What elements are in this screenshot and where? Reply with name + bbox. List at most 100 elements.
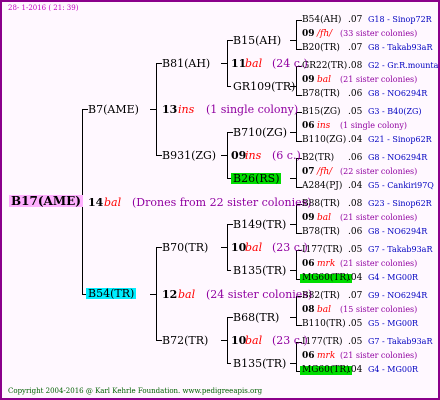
g4-mark: ins — [317, 121, 331, 131]
g4-breeder[interactable]: G21 - Sinop62R — [368, 136, 432, 144]
g4-breeder[interactable]: G5 - MG00R — [368, 320, 418, 328]
g4-queen[interactable]: MG60(TR) — [300, 366, 352, 375]
g4-breeder[interactable]: G8 - NO6294R — [368, 228, 427, 236]
g4-breeder[interactable]: G8 - Takab93aR — [368, 44, 432, 52]
connector-line — [150, 294, 156, 295]
connector-line — [296, 20, 297, 49]
g4-num: 06 — [302, 259, 315, 269]
g4-breeder[interactable]: G8 - NO6294R — [368, 154, 427, 162]
g4-breeder[interactable]: G3 - B40(ZG) — [368, 108, 422, 116]
g4-year: .06 — [348, 227, 363, 237]
g2-mark: bal — [245, 334, 263, 347]
g1-queen[interactable]: B7(AME) — [88, 104, 139, 115]
g4-breeder[interactable]: G8 - NO6294R — [368, 90, 427, 98]
g4-year: .04 — [348, 135, 363, 145]
g1-num: 12 — [162, 288, 178, 301]
g1-mark: bal — [178, 288, 196, 301]
g4-queen[interactable]: B110(TR) — [302, 320, 346, 329]
g4-year: .04 — [348, 181, 363, 191]
g2-note: (6 c.) — [272, 149, 301, 162]
g4-queen[interactable]: B15(ZG) — [302, 108, 341, 117]
connector-line — [227, 363, 231, 364]
g4-breeder[interactable]: G5 - Cankiri97Q — [368, 182, 434, 190]
connector-line — [221, 155, 227, 156]
g4-queen[interactable]: I177(TR) — [302, 338, 343, 347]
g4-year: .05 — [348, 245, 363, 255]
g1-note: (24 sister colonies) — [206, 288, 313, 301]
connector-line — [296, 112, 297, 141]
g2-queen[interactable]: B81(AH) — [162, 58, 210, 69]
g4-year: .08 — [348, 199, 363, 209]
g4-year: .05 — [348, 337, 363, 347]
g4-breeder[interactable]: G9 - NO6294R — [368, 292, 427, 300]
connector-line — [290, 224, 296, 225]
g4-mark: /fh/ — [317, 167, 333, 177]
g4-year: .07 — [348, 15, 363, 25]
g4-num: 09 — [302, 213, 315, 223]
connector-line — [221, 340, 227, 341]
connector-line — [290, 178, 296, 179]
g4-queen[interactable]: B20(TR) — [302, 44, 340, 53]
connector-line — [156, 63, 157, 155]
connector-line — [227, 132, 228, 178]
g1-num: 13 — [162, 103, 178, 116]
g4-note: (15 sister colonies) — [340, 305, 418, 314]
g4-queen[interactable]: B78(TR) — [302, 228, 340, 237]
g4-mark: bal — [317, 305, 332, 315]
g4-num: 09 — [302, 29, 315, 39]
g4-queen[interactable]: B82(TR) — [302, 292, 340, 301]
g3-queen[interactable]: B135(TR) — [233, 265, 286, 276]
g4-note: (1 single colony) — [340, 121, 407, 130]
g4-queen[interactable]: I177(TR) — [302, 246, 343, 255]
g4-queen[interactable]: GR22(TR) — [302, 62, 347, 71]
g4-mark: mrk — [317, 259, 336, 269]
connector-line — [221, 247, 227, 248]
g4-queen[interactable]: B78(TR) — [302, 90, 340, 99]
g4-breeder[interactable]: G2 - Gr.R.mounta — [368, 62, 438, 70]
connector-line — [150, 109, 156, 110]
g4-queen[interactable]: B110(ZG) — [302, 136, 346, 145]
g4-year: .06 — [348, 153, 363, 163]
g1-note: (1 single colony) — [206, 103, 299, 116]
g4-breeder[interactable]: G4 - MG00R — [368, 274, 418, 282]
g4-year: .04 — [348, 365, 363, 375]
g4-year: .07 — [348, 43, 363, 53]
g4-queen[interactable]: B54(AH) — [302, 16, 341, 25]
pedigree-chart: 28- 1-2016 ( 21: 39) B17(AME) 14 bal (Dr… — [0, 0, 440, 400]
g3-queen[interactable]: B68(TR) — [233, 312, 279, 323]
g4-breeder[interactable]: G4 - MG00R — [368, 366, 418, 374]
g3-queen[interactable]: B710(ZG) — [233, 127, 287, 138]
connector-line — [290, 363, 296, 364]
g2-queen[interactable]: B72(TR) — [162, 335, 208, 346]
g3-queen[interactable]: B15(AH) — [233, 35, 281, 46]
g4-note: (33 sister colonies) — [340, 29, 418, 38]
g4-note: (21 sister colonies) — [340, 213, 418, 222]
footer-copyright: Copyright 2004-2016 @ Karl Kehrle Founda… — [8, 387, 263, 395]
g2-queen[interactable]: B70(TR) — [162, 242, 208, 253]
g4-note: (21 sister colonies) — [340, 75, 418, 84]
g4-breeder[interactable]: G23 - Sinop62R — [368, 200, 432, 208]
g4-mark: mrk — [317, 351, 336, 361]
g4-queen[interactable]: B2(TR) — [302, 154, 334, 163]
g4-breeder[interactable]: G7 - Takab93aR — [368, 338, 432, 346]
g4-queen[interactable]: B88(TR) — [302, 200, 340, 209]
connector-line — [290, 317, 296, 318]
g3-queen[interactable]: B149(TR) — [233, 219, 286, 230]
g4-num: 08 — [302, 305, 315, 315]
g2-mark: bal — [245, 57, 263, 70]
g4-year: .06 — [348, 89, 363, 99]
g4-queen[interactable]: A284(PJ) — [302, 182, 342, 191]
g1-queen[interactable]: B54(TR) — [86, 288, 137, 299]
g4-num: 06 — [302, 351, 315, 361]
g4-year: .08 — [348, 61, 363, 71]
g2-queen[interactable]: B931(ZG) — [162, 150, 216, 161]
g3-queen[interactable]: GR109(TR) — [233, 81, 295, 92]
g4-breeder[interactable]: G7 - Takab93aR — [368, 246, 432, 254]
g4-note: (22 sister colonies) — [340, 167, 418, 176]
g3-queen[interactable]: B135(TR) — [233, 358, 286, 369]
g4-breeder[interactable]: G18 - Sinop72R — [368, 16, 432, 24]
g4-note: (21 sister colonies) — [340, 259, 418, 268]
g3-queen[interactable]: B26(RS) — [231, 173, 282, 184]
root-queen[interactable]: B17(AME) — [9, 195, 83, 207]
g4-queen[interactable]: MG60(TR) — [300, 274, 352, 283]
